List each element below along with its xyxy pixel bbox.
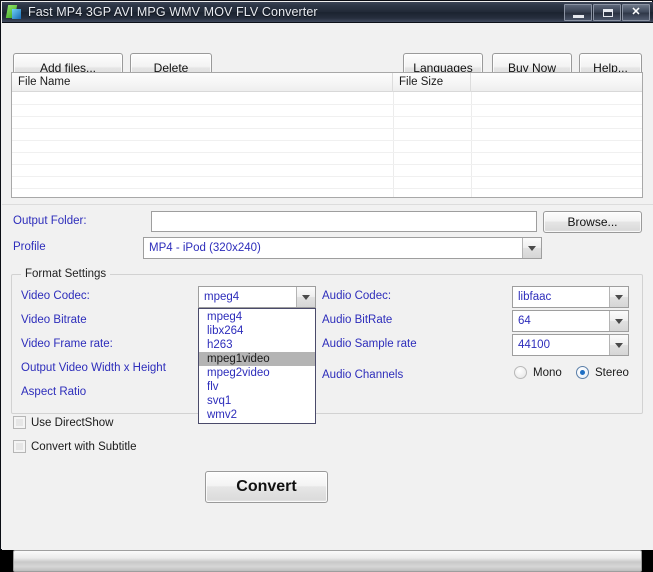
profile-combobox[interactable]: MP4 - iPod (320x240) (143, 237, 542, 259)
dropdown-option-mpeg4[interactable]: mpeg4 (199, 310, 315, 324)
column-header-file-size[interactable]: File Size (393, 73, 471, 92)
convert-with-subtitle-label: Convert with Subtitle (31, 440, 137, 453)
maximize-button[interactable] (593, 4, 621, 21)
toolbar-separator (2, 204, 653, 205)
audio-channel-mono-radio[interactable]: Mono (514, 366, 562, 379)
video-codec-dropdown-list[interactable]: mpeg4 libx264 h263 mpeg1video mpeg2video… (198, 308, 316, 424)
audio-bitrate-value: 64 (518, 315, 531, 327)
radio-unselected-icon (514, 366, 527, 379)
audio-codec-combobox[interactable]: libfaac (512, 286, 629, 308)
video-framerate-label: Video Frame rate: (21, 338, 113, 350)
column-header-extra[interactable] (471, 73, 642, 92)
format-settings-title: Format Settings (21, 268, 111, 280)
row-divider (12, 140, 642, 141)
audio-bitrate-combobox[interactable]: 64 (512, 310, 629, 332)
video-codec-combobox[interactable]: mpeg4 (198, 286, 316, 308)
output-video-size-label: Output Video Width x Height (21, 362, 166, 374)
audio-channels-label: Audio Channels (322, 369, 404, 381)
minimize-button[interactable] (564, 4, 592, 21)
dropdown-option-mpeg1video[interactable]: mpeg1video (199, 352, 315, 366)
row-divider (12, 104, 642, 105)
audio-samplerate-value: 44100 (518, 339, 550, 351)
browse-button[interactable]: Browse... (543, 211, 642, 233)
use-directshow-label: Use DirectShow (31, 416, 114, 429)
client-area: Add files... Delete Languages Buy Now He… (2, 23, 653, 572)
dropdown-option-mpeg2video[interactable]: mpeg2video (199, 366, 315, 380)
video-codec-value: mpeg4 (204, 291, 240, 303)
dropdown-option-wmv2[interactable]: wmv2 (199, 408, 315, 422)
output-folder-label: Output Folder: (13, 215, 87, 227)
profile-label: Profile (13, 241, 46, 253)
dropdown-option-h263[interactable]: h263 (199, 338, 315, 352)
checkbox-unchecked-icon (13, 416, 26, 429)
chevron-down-icon[interactable] (522, 238, 541, 258)
stereo-label: Stereo (595, 366, 629, 379)
row-divider (12, 176, 642, 177)
convert-with-subtitle-checkbox[interactable]: Convert with Subtitle (13, 440, 136, 453)
output-folder-input[interactable] (151, 211, 537, 232)
file-list[interactable]: File Name File Size (11, 72, 643, 198)
title-bar: Fast MP4 3GP AVI MPG WMV MOV FLV Convert… (2, 2, 653, 23)
window-controls: ✕ (564, 4, 650, 21)
radio-selected-icon (576, 366, 589, 379)
video-bitrate-label: Video Bitrate (21, 314, 87, 326)
dropdown-option-libx264[interactable]: libx264 (199, 324, 315, 338)
app-icon (5, 4, 22, 20)
chevron-down-icon[interactable] (609, 287, 628, 307)
column-divider-1 (393, 92, 394, 197)
audio-samplerate-combobox[interactable]: 44100 (512, 334, 629, 356)
audio-channel-stereo-radio[interactable]: Stereo (576, 366, 629, 379)
file-list-header: File Name File Size (12, 73, 642, 92)
video-codec-label: Video Codec: (21, 290, 90, 302)
progress-bar (13, 550, 642, 572)
use-directshow-checkbox[interactable]: Use DirectShow (13, 416, 113, 429)
audio-samplerate-label: Audio Sample rate (322, 338, 417, 350)
browse-label: Browse... (567, 215, 618, 229)
audio-codec-value: libfaac (518, 291, 552, 303)
row-divider (12, 128, 642, 129)
chevron-down-icon[interactable] (609, 335, 628, 355)
row-divider (12, 188, 642, 189)
row-divider (12, 164, 642, 165)
dropdown-option-flv[interactable]: flv (199, 380, 315, 394)
column-divider-2 (471, 92, 472, 197)
minimize-icon (573, 15, 584, 18)
row-divider (12, 116, 642, 117)
dropdown-option-svq1[interactable]: svq1 (199, 394, 315, 408)
row-divider (12, 152, 642, 153)
profile-value: MP4 - iPod (320x240) (149, 242, 261, 254)
close-icon: ✕ (631, 6, 641, 18)
chevron-down-icon[interactable] (609, 311, 628, 331)
chevron-down-icon[interactable] (296, 287, 315, 307)
maximize-icon (603, 9, 613, 17)
mono-label: Mono (533, 366, 562, 379)
close-button[interactable]: ✕ (622, 4, 650, 21)
audio-codec-label: Audio Codec: (322, 290, 392, 302)
application-window: Fast MP4 3GP AVI MPG WMV MOV FLV Convert… (0, 0, 653, 572)
checkbox-unchecked-icon (13, 440, 26, 453)
column-header-file-name[interactable]: File Name (12, 73, 393, 92)
convert-button[interactable]: Convert (205, 471, 328, 503)
aspect-ratio-label: Aspect Ratio (21, 386, 87, 398)
window-title: Fast MP4 3GP AVI MPG WMV MOV FLV Convert… (28, 5, 318, 19)
audio-bitrate-label: Audio BitRate (322, 314, 393, 326)
